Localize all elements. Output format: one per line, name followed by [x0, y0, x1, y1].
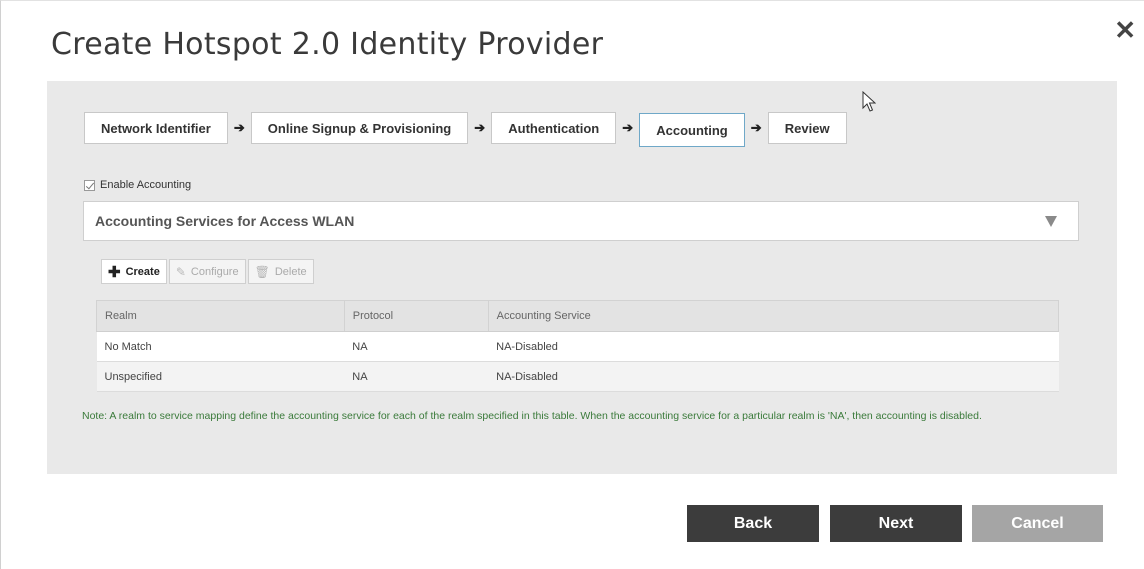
delete-button-label: Delete: [274, 265, 307, 278]
arrow-right-icon: ➔: [474, 120, 486, 135]
create-button[interactable]: ✚ Create: [101, 259, 167, 284]
enable-accounting-label: Enable Accounting: [100, 179, 192, 191]
step-review[interactable]: Review: [767, 112, 847, 144]
pencil-icon: ✎: [175, 264, 186, 279]
configure-button-label: Configure: [190, 265, 239, 278]
collapse-triangle-icon[interactable]: [1045, 216, 1057, 227]
enable-accounting-checkbox[interactable]: [84, 179, 95, 191]
back-button[interactable]: Back: [687, 505, 819, 542]
cell-protocol: NA: [344, 361, 489, 392]
arrow-right-icon: ➔: [750, 120, 762, 135]
cell-accounting-service: NA-Disabled: [488, 331, 1059, 362]
step-online-signup[interactable]: Online Signup & Provisioning: [250, 112, 469, 144]
arrow-right-icon: ➔: [233, 120, 245, 135]
step-network-identifier[interactable]: Network Identifier: [84, 112, 228, 144]
cancel-button[interactable]: Cancel: [972, 505, 1103, 542]
plus-icon: ✚: [108, 263, 121, 281]
step-accounting[interactable]: Accounting: [639, 113, 745, 147]
step-authentication[interactable]: Authentication: [491, 112, 617, 144]
mouse-pointer-icon: [862, 91, 876, 112]
realm-accounting-table: Realm Protocol Accounting Service No Mat…: [96, 300, 1060, 392]
enable-accounting-row: Enable Accounting: [84, 179, 191, 191]
wizard-panel: Network Identifier ➔ Online Signup & Pro…: [47, 81, 1117, 474]
create-button-label: Create: [125, 265, 160, 278]
configure-button[interactable]: ✎ Configure: [168, 259, 246, 284]
accounting-note: Note: A realm to service mapping define …: [82, 410, 982, 422]
dialog-title: Create Hotspot 2.0 Identity Provider: [51, 27, 604, 62]
section-title: Accounting Services for Access WLAN: [95, 213, 355, 229]
dialog: ✕ Create Hotspot 2.0 Identity Provider N…: [0, 0, 1144, 569]
delete-button[interactable]: 🗑 Delete: [247, 259, 314, 284]
accounting-services-section-header[interactable]: Accounting Services for Access WLAN: [83, 201, 1079, 241]
column-header-accounting-service[interactable]: Accounting Service: [487, 300, 1060, 332]
arrow-right-icon: ➔: [622, 120, 634, 135]
table-row[interactable]: No Match NA NA-Disabled: [96, 331, 1059, 362]
cell-accounting-service: NA-Disabled: [488, 361, 1059, 392]
trash-icon: 🗑: [254, 264, 270, 279]
close-icon[interactable]: ✕: [1114, 17, 1136, 43]
cell-protocol: NA: [344, 331, 489, 362]
next-button[interactable]: Next: [830, 505, 962, 542]
table-header-row: Realm Protocol Accounting Service: [96, 300, 1060, 332]
column-header-realm[interactable]: Realm: [96, 300, 345, 332]
column-header-protocol[interactable]: Protocol: [343, 300, 489, 332]
table-row[interactable]: Unspecified NA NA-Disabled: [96, 361, 1059, 392]
table-toolbar: ✚ Create ✎ Configure 🗑 Delete: [101, 259, 316, 284]
cell-realm: No Match: [96, 331, 345, 362]
cell-realm: Unspecified: [96, 361, 345, 392]
wizard-steps: Network Identifier ➔ Online Signup & Pro…: [84, 112, 847, 147]
